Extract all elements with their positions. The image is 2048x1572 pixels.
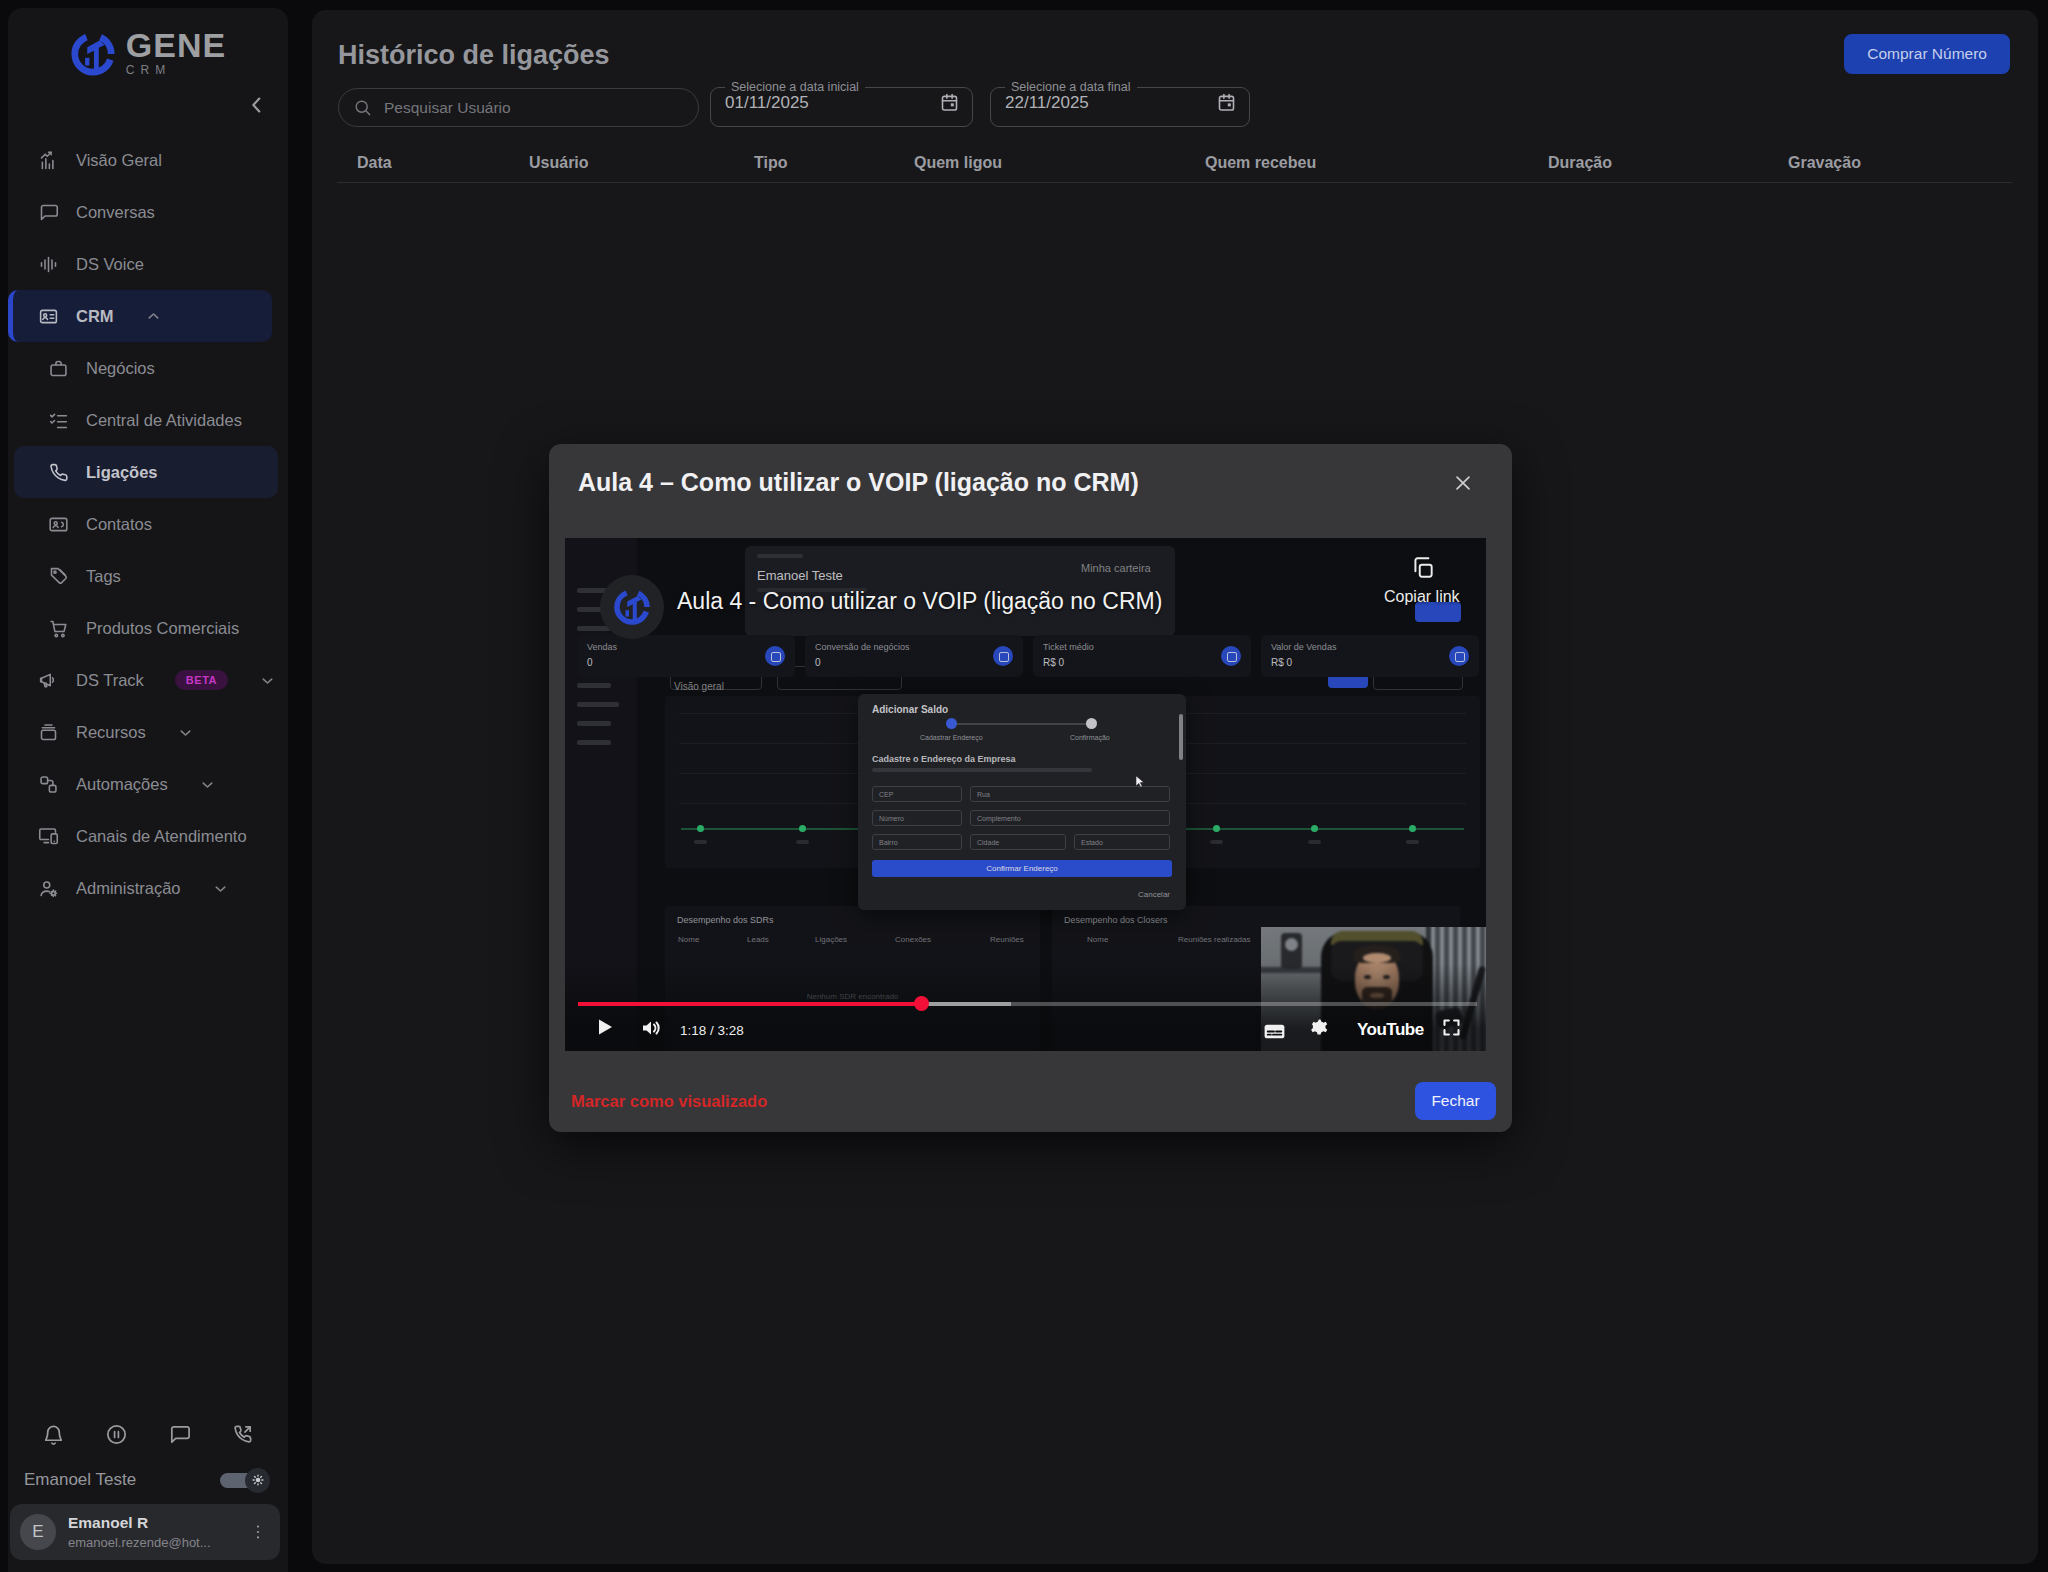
chevron-down-icon xyxy=(177,724,194,741)
sun-icon xyxy=(245,1468,270,1493)
calendar-icon[interactable] xyxy=(1216,92,1237,113)
sidebar-item-recursos[interactable]: Recursos xyxy=(8,706,288,758)
chat-icon xyxy=(38,202,59,223)
youtube-player[interactable]: Emanoel Teste Minha carteira Vendas0Conv… xyxy=(565,538,1486,1051)
archive-icon xyxy=(38,722,59,743)
column-header: Duração xyxy=(1548,154,1612,172)
date-end-value[interactable]: 22/11/2025 xyxy=(1005,93,1089,113)
user-name: Emanoel R xyxy=(68,1514,236,1532)
sidebar-item-produtos-comerciais[interactable]: Produtos Comerciais xyxy=(8,602,288,654)
waveform-icon xyxy=(38,254,59,275)
avatar: E xyxy=(20,1514,56,1550)
column-header: Data xyxy=(357,154,392,172)
gene-logo-icon xyxy=(70,31,116,77)
pause-circle-icon[interactable] xyxy=(105,1423,128,1446)
fullscreen-icon[interactable] xyxy=(1441,1017,1462,1038)
column-header: Quem ligou xyxy=(914,154,1002,172)
buy-number-button[interactable]: Comprar Número xyxy=(1844,34,2010,74)
column-header: Tipo xyxy=(754,154,787,172)
workspace-name: Emanoel Teste xyxy=(24,1470,136,1490)
calendar-icon[interactable] xyxy=(939,92,960,113)
checklist-icon xyxy=(48,410,69,431)
copy-link-icon[interactable] xyxy=(1410,555,1436,581)
column-header: Quem recebeu xyxy=(1205,154,1316,172)
search-icon xyxy=(353,98,372,117)
search-input[interactable] xyxy=(384,99,684,117)
modal-title: Aula 4 – Como utilizar o VOIP (ligação n… xyxy=(578,468,1139,497)
sidebar-item-contatos[interactable]: Contatos xyxy=(8,498,288,550)
column-header: Gravação xyxy=(1788,154,1861,172)
channel-avatar xyxy=(600,575,664,639)
youtube-logo[interactable]: YouTube xyxy=(1357,1020,1424,1040)
workspace-row: Emanoel Teste xyxy=(24,1470,272,1490)
close-icon[interactable] xyxy=(1452,472,1474,494)
brand-logo: GENE CRM xyxy=(8,8,288,77)
video-progress-played xyxy=(578,1002,921,1006)
video-modal: Aula 4 – Como utilizar o VOIP (ligação n… xyxy=(549,444,1512,1132)
sidebar-item-neg-cios[interactable]: Negócios xyxy=(8,342,288,394)
beta-badge: BETA xyxy=(175,670,228,690)
date-start-value[interactable]: 01/11/2025 xyxy=(725,93,809,113)
sidebar-item-automa-es[interactable]: Automações xyxy=(8,758,288,810)
chat-icon[interactable] xyxy=(168,1423,191,1446)
play-icon[interactable] xyxy=(593,1015,617,1039)
table-header: Data Usuário Tipo Quem ligou Quem recebeu Dur… xyxy=(337,148,2012,183)
phone-outgoing-icon[interactable] xyxy=(231,1423,254,1446)
sidebar-item-ds-track[interactable]: DS TrackBETA xyxy=(8,654,288,706)
subtitles-icon[interactable] xyxy=(1262,1019,1287,1044)
sidebar-nav: Visão GeralConversasDS VoiceCRMNegóciosC… xyxy=(8,134,288,914)
contactcard-icon xyxy=(48,514,69,535)
tag-icon xyxy=(48,566,69,587)
search-input-wrap xyxy=(338,88,699,127)
app-root: GENE CRM Visão GeralConversasDS VoiceCRM… xyxy=(0,0,2048,1572)
brand-sub: CRM xyxy=(126,63,226,77)
cart-icon xyxy=(48,618,69,639)
chevron-down-icon xyxy=(199,776,216,793)
column-header: Usuário xyxy=(529,154,589,172)
sidebar-item-canais-de-atendimento[interactable]: Canais de Atendimento xyxy=(8,810,288,862)
mark-watched-link[interactable]: Marcar como visualizado xyxy=(571,1092,767,1111)
volume-icon[interactable] xyxy=(639,1016,663,1040)
brand-name: GENE xyxy=(126,26,226,64)
theme-toggle[interactable] xyxy=(220,1473,262,1488)
sidebar-item-administra-o[interactable]: Administração xyxy=(8,862,288,914)
date-start-field[interactable]: Selecione a data inicial 01/11/2025 xyxy=(710,80,973,127)
sidebar-item-tags[interactable]: Tags xyxy=(8,550,288,602)
sidebar-item-central-de-atividades[interactable]: Central de Atividades xyxy=(8,394,288,446)
copy-link-label[interactable]: Copiar link xyxy=(1384,588,1460,606)
sidebar-item-conversas[interactable]: Conversas xyxy=(8,186,288,238)
idcard-icon xyxy=(38,306,59,327)
chevron-down-icon xyxy=(212,880,229,897)
user-card[interactable]: E Emanoel R emanoel.rezende@hot... xyxy=(10,1504,280,1560)
bell-icon[interactable] xyxy=(42,1423,65,1446)
admin-icon xyxy=(38,878,59,899)
sidebar-item-ds-voice[interactable]: DS Voice xyxy=(8,238,288,290)
sidebar: GENE CRM Visão GeralConversasDS VoiceCRM… xyxy=(8,8,288,1572)
sidebar-item-vis-o-geral[interactable]: Visão Geral xyxy=(8,134,288,186)
chart-icon xyxy=(38,150,59,171)
modal-close-button[interactable]: Fechar xyxy=(1415,1082,1496,1120)
page-title: Histórico de ligações xyxy=(338,40,610,71)
chevron-up-icon xyxy=(145,308,162,325)
megaphone-icon xyxy=(38,670,59,691)
settings-gear-icon[interactable] xyxy=(1310,1017,1331,1038)
video-progress-knob[interactable] xyxy=(914,996,929,1011)
sidebar-item-crm[interactable]: CRM xyxy=(8,290,272,342)
cursor-icon xyxy=(1133,774,1148,789)
video-time: 1:18 / 3:28 xyxy=(680,1023,744,1038)
sidebar-collapse-button[interactable] xyxy=(246,94,268,116)
video-title-overlay[interactable]: Aula 4 - Como utilizar o VOIP (ligação n… xyxy=(677,588,1162,615)
automation-icon xyxy=(38,774,59,795)
sidebar-item-liga-es[interactable]: Ligações xyxy=(14,446,278,498)
chevron-down-icon xyxy=(259,672,276,689)
kebab-menu-icon[interactable] xyxy=(248,1522,268,1542)
phone-icon xyxy=(48,462,69,483)
devices-icon xyxy=(38,826,59,847)
date-end-field[interactable]: Selecione a data final 22/11/2025 xyxy=(990,80,1250,127)
user-email: emanoel.rezende@hot... xyxy=(68,1535,236,1550)
briefcase-icon xyxy=(48,358,69,379)
sidebar-quick-icons xyxy=(8,1423,288,1446)
